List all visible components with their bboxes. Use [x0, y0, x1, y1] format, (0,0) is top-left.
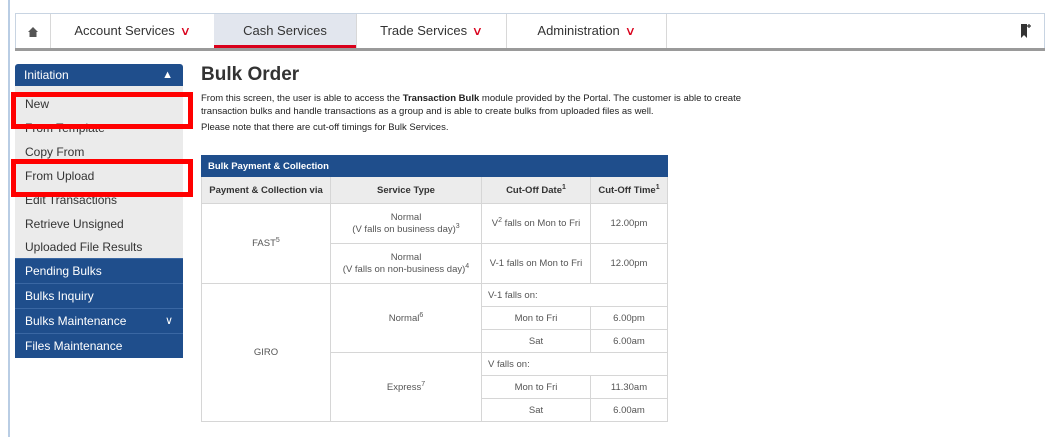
cell-date: V-1 falls on Mon to Fri [481, 243, 591, 284]
description-text: From this screen, the user is able to ac… [201, 93, 403, 104]
cell-fast: FAST5 [201, 203, 331, 284]
description: From this screen, the user is able to ac… [201, 92, 761, 118]
header-date: Cut-Off Date1 [481, 176, 591, 204]
nav-cash-services-label: Cash Services [243, 23, 327, 38]
cell-giro: GIRO [201, 283, 331, 422]
sidebar-section-initiation[interactable]: Initiation ▲ [15, 64, 183, 86]
sidebar-item-pending-bulks[interactable]: Pending Bulks [15, 258, 183, 283]
table-row: GIRO Normal6 V-1 falls on: [201, 283, 668, 422]
chevron-down-icon: ∨ [179, 24, 191, 38]
cell-service: Normal (V falls on business day)3 [330, 203, 482, 244]
nav-trade-services[interactable]: Trade Services ∨ [356, 14, 507, 48]
cell-time: 6.00am [590, 398, 668, 422]
sidebar-menu: Pending Bulks Bulks Inquiry Bulks Mainte… [15, 258, 183, 358]
sidebar-item-label: Bulks Maintenance [25, 314, 127, 328]
nav-administration-label: Administration [537, 23, 620, 38]
cell-time: 11.30am [590, 375, 668, 399]
table-caption: Bulk Payment & Collection [201, 155, 668, 177]
description-bold: Transaction Bulk [402, 93, 480, 104]
nav-account-services-label: Account Services [74, 23, 175, 38]
sidebar-section-label: Initiation [24, 68, 69, 82]
cell-date: V2 falls on Mon to Fri [481, 203, 591, 244]
sidebar-item-uploaded-file-results[interactable]: Uploaded File Results [15, 236, 183, 258]
table-row: FAST5 Normal (V falls on business day)3 V… [201, 203, 668, 284]
sidebar-item-bulks-maintenance[interactable]: Bulks Maintenance ∨ [15, 308, 183, 333]
cell-service: Normal (V falls on non-business day)4 [330, 243, 482, 284]
chevron-down-icon: ∨ [471, 24, 484, 38]
header-service: Service Type [330, 176, 482, 204]
bulk-cutoff-table: Bulk Payment & Collection Payment & Coll… [201, 155, 668, 422]
nav-divider [15, 48, 1045, 51]
cell-date: Sat [481, 329, 591, 353]
cell-falls: V-1 falls on: [481, 283, 668, 307]
top-navigation: Account Services ∨ Cash Services Trade Se… [15, 13, 1045, 49]
header-via: Payment & Collection via [201, 176, 331, 204]
cell-time: 12.00pm [590, 243, 668, 284]
page-title: Bulk Order [201, 64, 300, 85]
nav-administration[interactable]: Administration ∨ [506, 14, 667, 48]
main-content: Bulk Order From this screen, the user is… [201, 64, 761, 134]
highlight-box-from-upload [11, 159, 193, 197]
cell-service: Normal6 [330, 283, 482, 353]
bookmark-button[interactable] [1020, 23, 1032, 44]
sidebar-item-label: Pending Bulks [25, 264, 102, 278]
nav-cash-services[interactable]: Cash Services [214, 14, 357, 48]
bookmark-plus-icon [1021, 24, 1031, 38]
header-time: Cut-Off Time1 [590, 176, 668, 204]
cell-time: 6.00am [590, 329, 668, 353]
highlight-box-new [11, 92, 193, 129]
chevron-up-icon: ▲ [162, 69, 173, 81]
sidebar-item-files-maintenance[interactable]: Files Maintenance [15, 333, 183, 358]
chevron-down-icon: ∨ [624, 24, 636, 38]
nav-trade-services-label: Trade Services [380, 23, 468, 38]
sidebar-item-label: Bulks Inquiry [25, 289, 94, 303]
cell-date: Mon to Fri [481, 375, 591, 399]
nav-account-services[interactable]: Account Services ∨ [50, 14, 215, 48]
home-button[interactable] [16, 14, 51, 48]
cell-falls: V falls on: [481, 352, 668, 376]
cutoff-note: Please note that there are cut-off timin… [201, 122, 449, 133]
cell-date: Mon to Fri [481, 306, 591, 330]
cell-date: Sat [481, 398, 591, 422]
cell-time: 6.00pm [590, 306, 668, 330]
cell-service: Express7 [330, 352, 482, 422]
sidebar-item-retrieve-unsigned[interactable]: Retrieve Unsigned [15, 212, 183, 236]
home-icon [28, 26, 38, 37]
window-frame [0, 0, 10, 437]
cell-time: 12.00pm [590, 203, 668, 244]
chevron-down-icon: ∨ [164, 315, 173, 327]
sidebar-item-bulks-inquiry[interactable]: Bulks Inquiry [15, 283, 183, 308]
sidebar-item-label: Files Maintenance [25, 339, 123, 353]
table-header-row: Payment & Collection via Service Type Cu… [201, 176, 668, 204]
